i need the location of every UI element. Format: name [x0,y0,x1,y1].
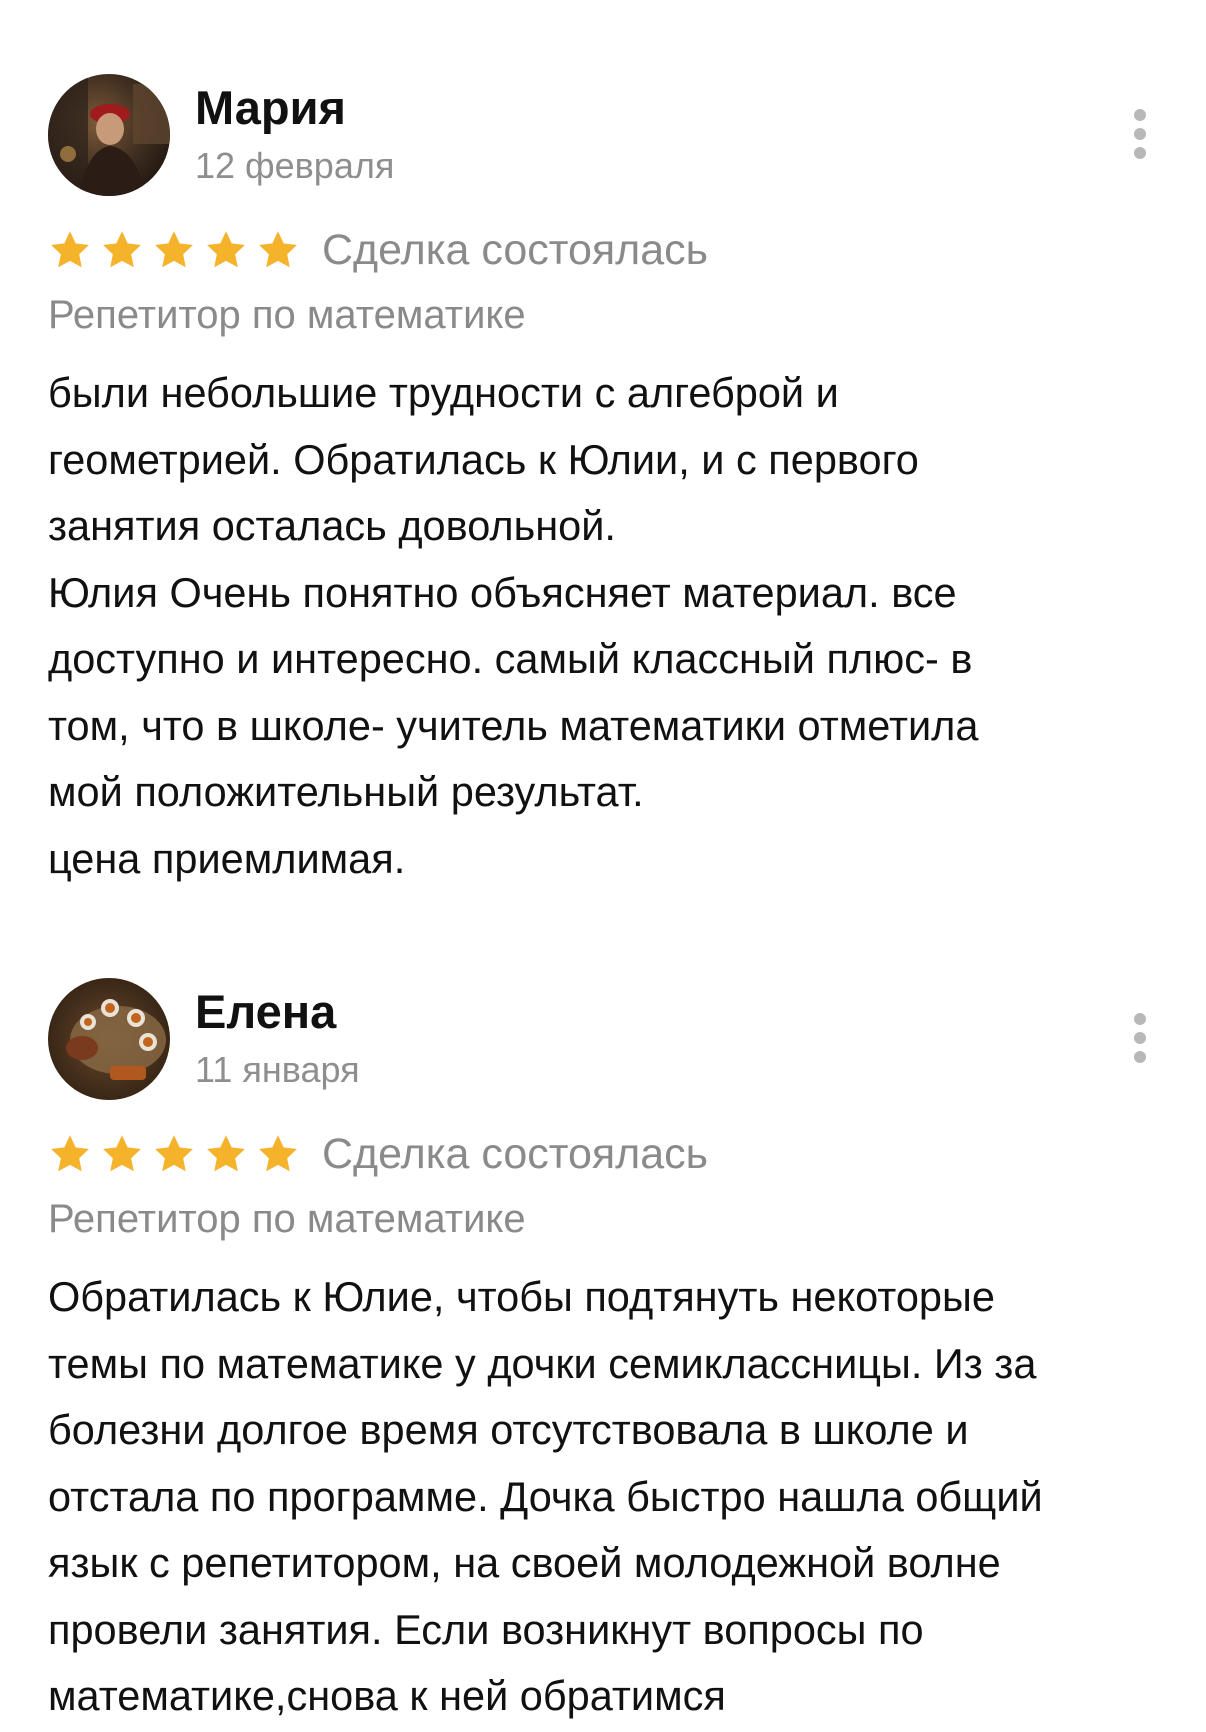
review-card: Елена 11 января Сделка состоялась Репети… [48,978,1168,1719]
rating-row: Сделка состоялась [48,1126,708,1182]
author-name[interactable]: Мария [195,80,346,136]
star-icon [103,231,141,268]
review-text-line: цена приемлимая. [48,834,406,882]
author-name[interactable]: Елена [195,984,336,1040]
star-icon [51,231,89,268]
avatar[interactable] [48,978,170,1100]
review-header: Мария 12 февраля [48,74,1168,198]
star-icon [155,231,193,268]
review-text-line: отстала по программе. Дочка быстро нашла… [48,1472,1043,1520]
review-date: 11 января [195,1049,360,1090]
review-text-line: мой положительный результат. [48,768,644,815]
more-vertical-icon [1134,1013,1146,1063]
deal-status: Сделка состоялась [322,1130,709,1178]
review-text-line: были небольшие трудности с алгеброй и [48,369,839,416]
more-vertical-icon [1134,109,1146,159]
more-options-button[interactable] [1120,104,1160,164]
review-date: 12 февраля [195,145,395,186]
star-icon [103,1135,141,1172]
review-text-line: Обратилась к Юлие, чтобы подтянуть некот… [48,1273,995,1320]
star-icon [207,231,245,268]
review-text: были небольшие трудности с алгеброй и ге… [48,360,1173,892]
review-text-line: Юлия Очень понятно объясняет материал. в… [48,568,957,616]
star-rating [48,1132,308,1176]
star-icon [155,1135,193,1172]
review-text-line: геометрией. Обратилась к Юлии, и с перво… [48,435,919,483]
review-text-line: провели занятия. Если возникнут вопросы … [48,1605,924,1653]
review-text-line: занятия осталась довольной. [48,502,616,549]
deal-status: Сделка состоялась [322,226,709,274]
star-icon [259,1135,297,1172]
star-icon [207,1135,245,1172]
review-text: Обратилась к Юлие, чтобы подтянуть некот… [48,1264,1173,1730]
service-name: Репетитор по математике [48,1197,526,1241]
review-text-line: доступно и интересно. самый классный плю… [48,635,973,682]
more-options-button[interactable] [1120,1008,1160,1068]
review-text-line: темы по математике у дочки семиклассницы… [48,1339,1037,1387]
star-icon [259,231,297,268]
avatar-photo [48,74,170,196]
star-rating [48,228,308,272]
review-header: Елена 11 января [48,978,1168,1102]
review-text-line: математике,снова к ней обратимся [48,1672,726,1719]
rating-row: Сделка состоялась [48,222,708,278]
service-name: Репетитор по математике [48,293,526,337]
review-card: Мария 12 февраля Сделка состоялась Репет… [48,74,1168,882]
avatar-photo [48,978,170,1100]
review-text-line: язык с репетитором, на своей молодежной … [48,1539,1001,1586]
avatar[interactable] [48,74,170,196]
star-icon [51,1135,89,1172]
review-text-line: том, что в школе- учитель математики отм… [48,701,979,749]
review-text-line: болезни долгое время отсутствовала в шко… [48,1406,969,1453]
